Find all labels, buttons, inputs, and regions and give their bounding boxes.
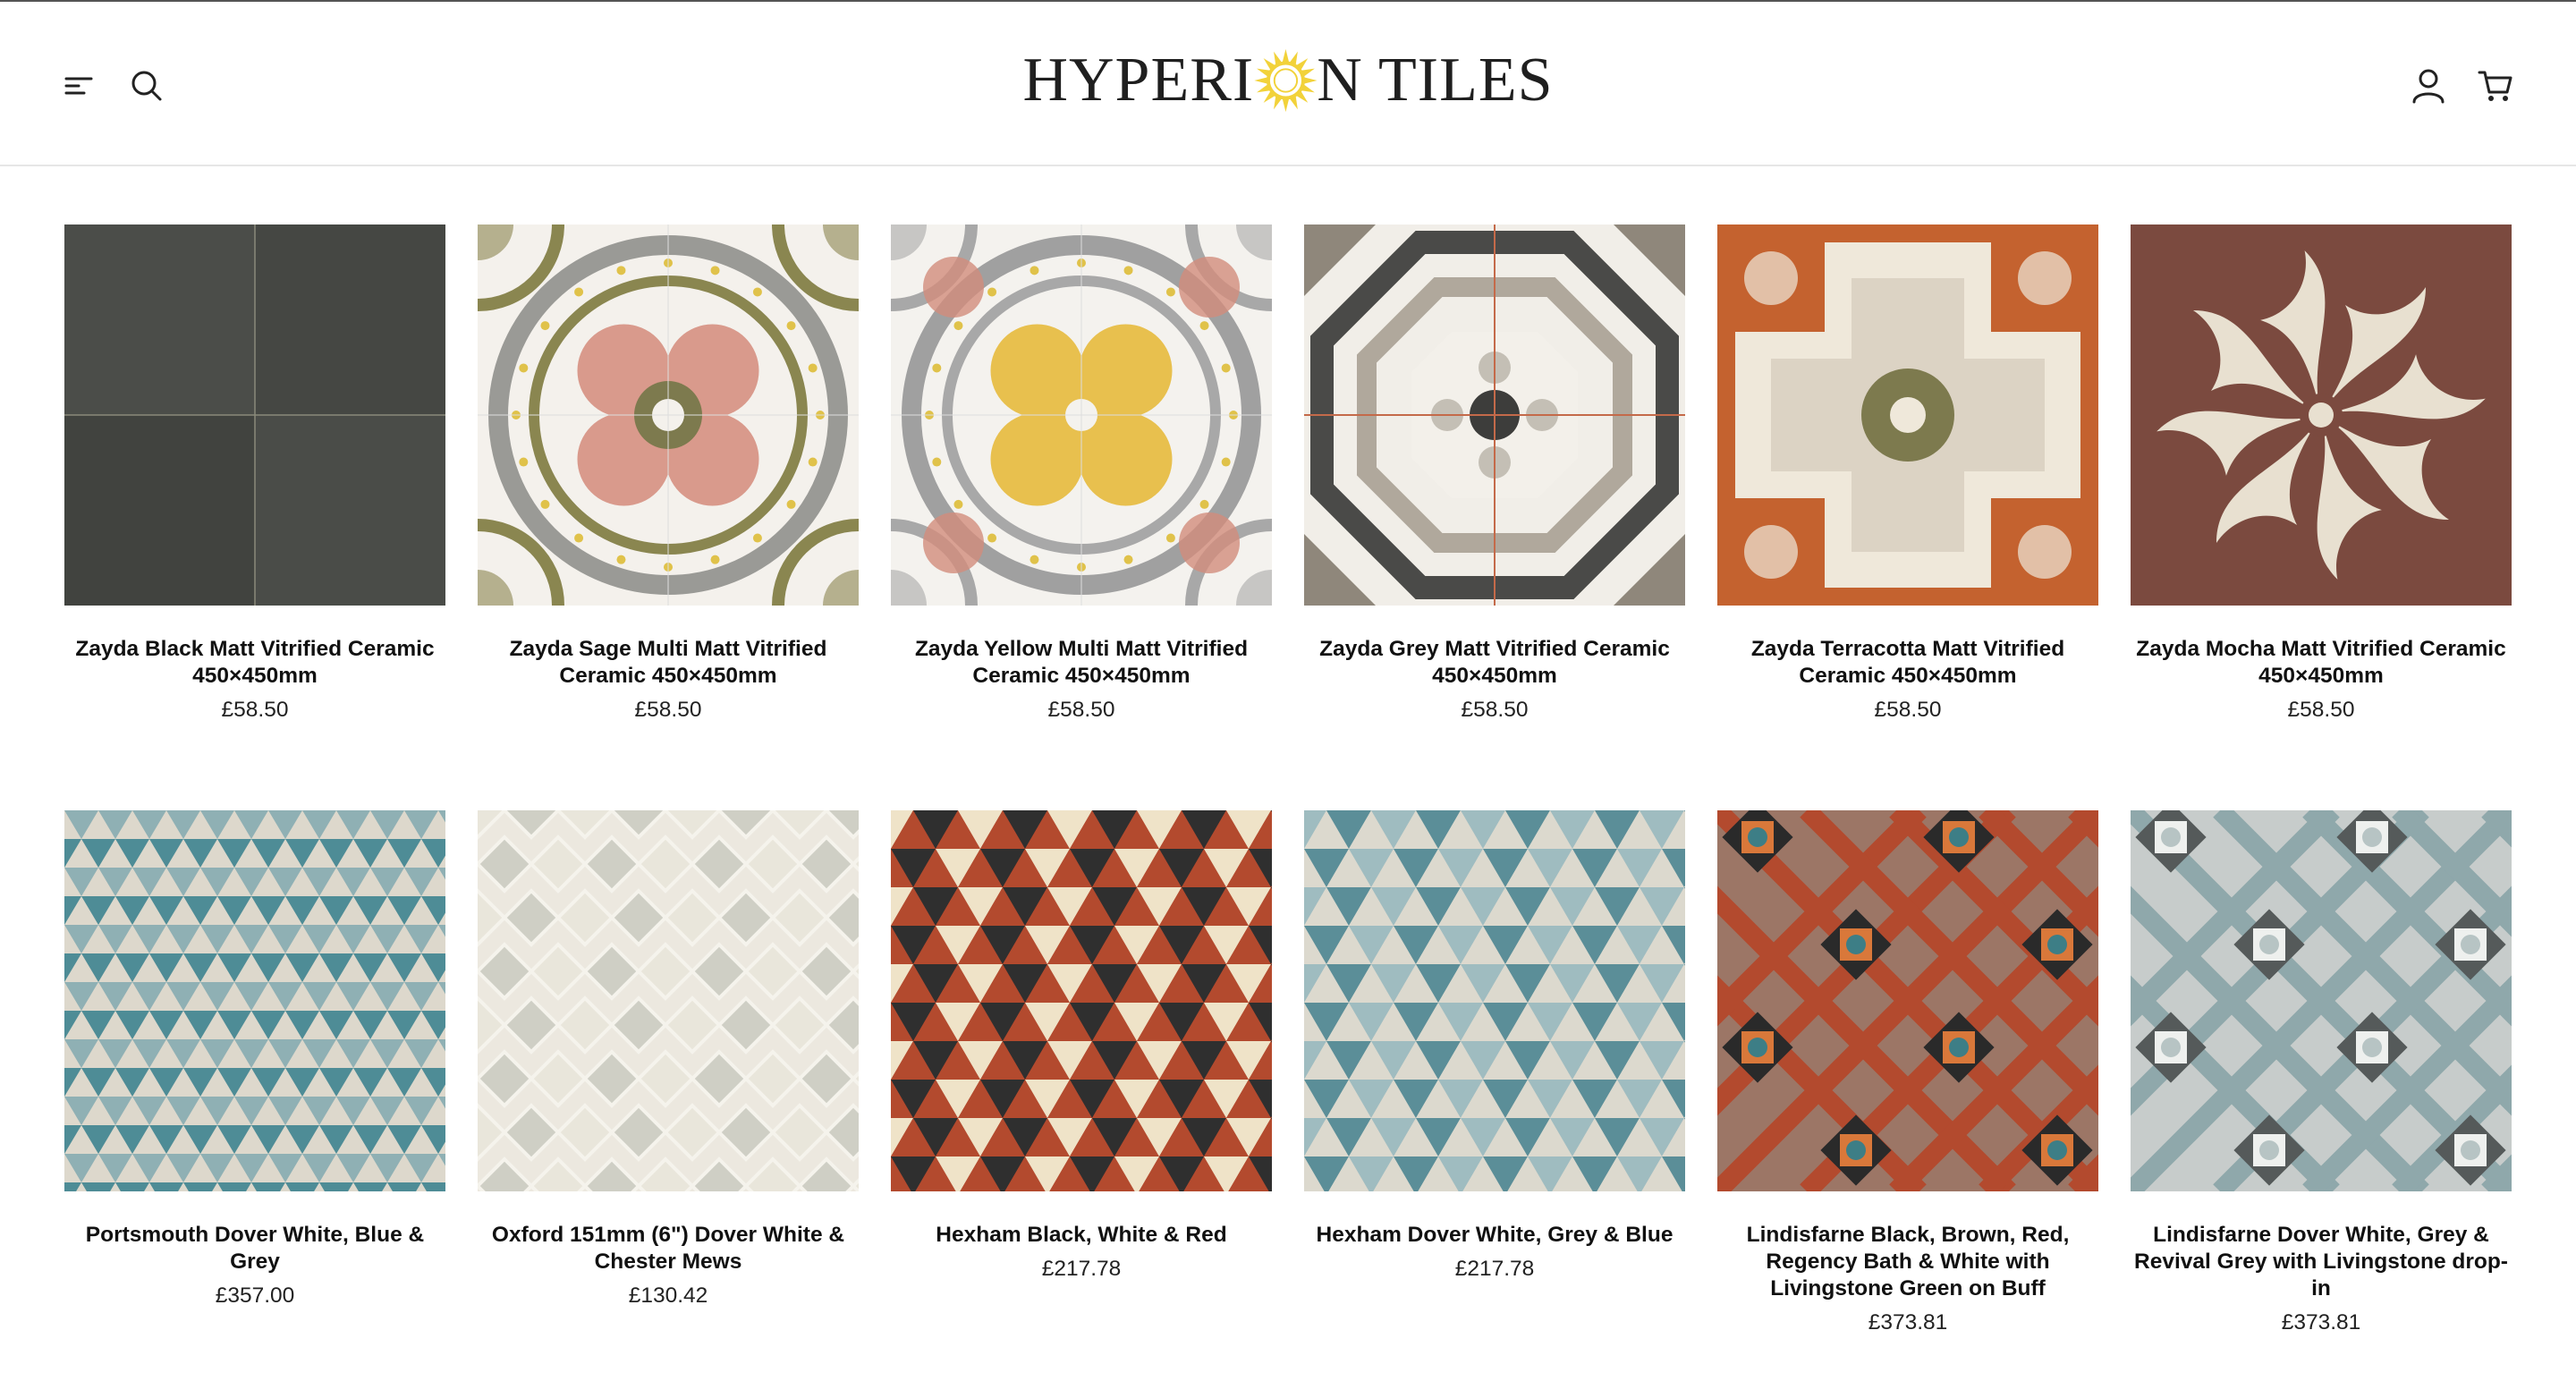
product-card[interactable]: Oxford 151mm (6") Dover White & Chester …	[478, 810, 859, 1309]
product-card[interactable]: Zayda Black Matt Vitrified Ceramic 450×4…	[64, 225, 445, 724]
product-card[interactable]: Hexham Black, White & Red £217.78	[891, 810, 1272, 1283]
product-card[interactable]: Lindisfarne Dover White, Grey & Revival …	[2131, 810, 2512, 1336]
product-image[interactable]	[1717, 225, 2098, 606]
product-image[interactable]	[1717, 810, 2098, 1191]
product-grid: Zayda Black Matt Vitrified Ceramic 450×4…	[0, 0, 2576, 1381]
product-title[interactable]: Lindisfarne Dover White, Grey & Revival …	[2131, 1222, 2512, 1302]
product-title[interactable]: Zayda Grey Matt Vitrified Ceramic 450×45…	[1304, 636, 1685, 690]
product-image[interactable]	[891, 225, 1272, 606]
product-price: £58.50	[1047, 698, 1115, 722]
product-card[interactable]: Hexham Dover White, Grey & Blue £217.78	[1304, 810, 1685, 1283]
product-title[interactable]: Zayda Sage Multi Matt Vitrified Ceramic …	[478, 636, 859, 690]
product-price: £58.50	[1874, 698, 1942, 722]
product-title[interactable]: Zayda Yellow Multi Matt Vitrified Cerami…	[891, 636, 1272, 690]
product-card[interactable]: Zayda Terracotta Matt Vitrified Ceramic …	[1717, 225, 2098, 724]
product-card[interactable]: Zayda Grey Matt Vitrified Ceramic 450×45…	[1304, 225, 1685, 724]
product-price: £217.78	[1454, 1257, 1535, 1281]
product-title[interactable]: Oxford 151mm (6") Dover White & Chester …	[478, 1222, 859, 1275]
product-image[interactable]	[478, 225, 859, 606]
product-price: £357.00	[215, 1284, 295, 1308]
product-image[interactable]	[2131, 225, 2512, 606]
product-title[interactable]: Hexham Black, White & Red	[891, 1222, 1272, 1249]
product-image[interactable]	[1304, 225, 1685, 606]
product-image[interactable]	[891, 810, 1272, 1191]
product-price: £373.81	[2281, 1310, 2361, 1334]
product-image[interactable]	[64, 810, 445, 1191]
product-title[interactable]: Portsmouth Dover White, Blue & Grey	[64, 1222, 445, 1275]
product-price: £58.50	[2287, 698, 2355, 722]
product-title[interactable]: Hexham Dover White, Grey & Blue	[1304, 1222, 1685, 1249]
product-title[interactable]: Lindisfarne Black, Brown, Red, Regency B…	[1717, 1222, 2098, 1302]
product-card[interactable]: Lindisfarne Black, Brown, Red, Regency B…	[1717, 810, 2098, 1336]
product-title[interactable]: Zayda Terracotta Matt Vitrified Ceramic …	[1717, 636, 2098, 690]
product-image[interactable]	[64, 225, 445, 606]
product-card[interactable]: Portsmouth Dover White, Blue & Grey £357.…	[64, 810, 445, 1309]
product-image[interactable]	[478, 810, 859, 1191]
product-image[interactable]	[1304, 810, 1685, 1191]
product-title[interactable]: Zayda Mocha Matt Vitrified Ceramic 450×4…	[2131, 636, 2512, 690]
product-card[interactable]: Zayda Yellow Multi Matt Vitrified Cerami…	[891, 225, 1272, 724]
product-card[interactable]: Zayda Sage Multi Matt Vitrified Ceramic …	[478, 225, 859, 724]
product-price: £58.50	[221, 698, 289, 722]
product-price: £58.50	[634, 698, 702, 722]
product-card[interactable]: Zayda Mocha Matt Vitrified Ceramic 450×4…	[2131, 225, 2512, 724]
product-image[interactable]	[2131, 810, 2512, 1191]
product-price: £217.78	[1041, 1257, 1122, 1281]
product-price: £58.50	[1461, 698, 1529, 722]
product-title[interactable]: Zayda Black Matt Vitrified Ceramic 450×4…	[64, 636, 445, 690]
product-price: £373.81	[1868, 1310, 1948, 1334]
product-price: £130.42	[628, 1284, 708, 1308]
